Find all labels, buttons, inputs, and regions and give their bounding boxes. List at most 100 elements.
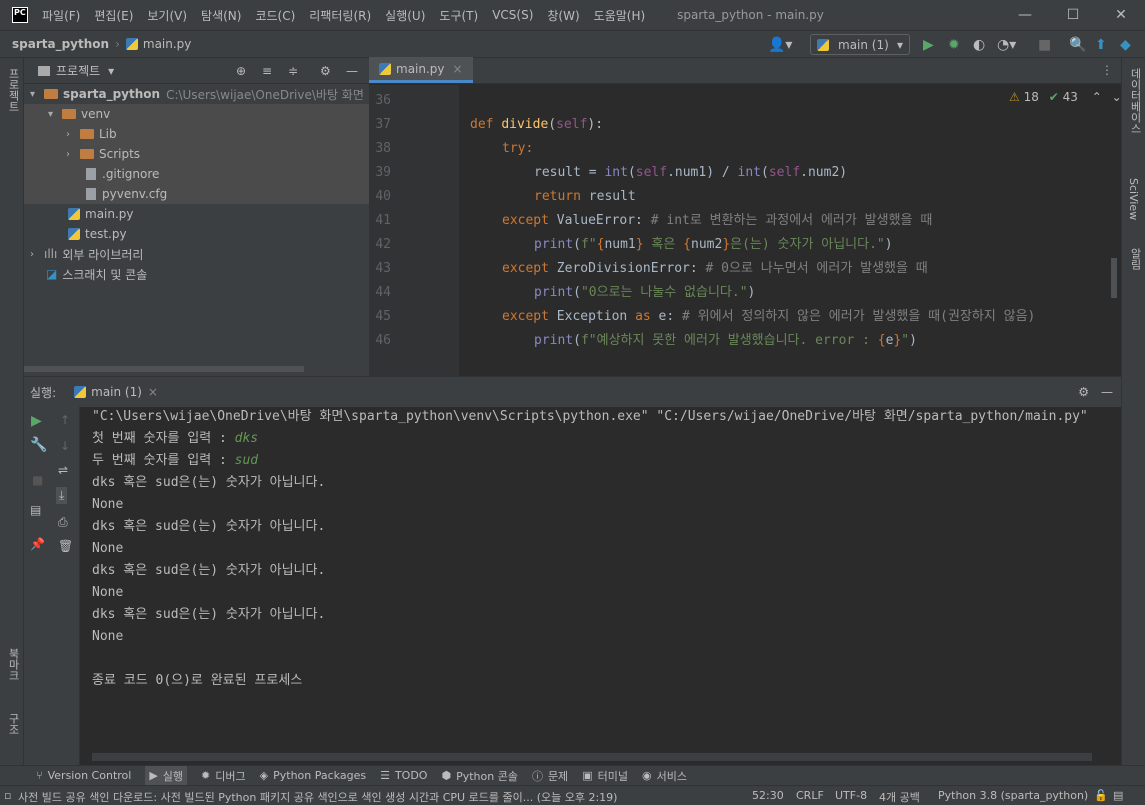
tree-item-scripts[interactable]: › Scripts: [24, 144, 369, 164]
project-tool-tab[interactable]: 프로젝트: [5, 68, 21, 112]
tree-item-main-py[interactable]: main.py: [24, 204, 369, 224]
arrow-up-icon[interactable]: ↑: [60, 413, 70, 427]
more-icon[interactable]: ⋮: [1101, 63, 1113, 77]
menu-navigate[interactable]: 탐색(N): [201, 7, 241, 24]
chevron-down-icon[interactable]: ▾: [108, 64, 114, 78]
soft-wrap-icon[interactable]: ⇌: [58, 463, 68, 477]
code-line[interactable]: 45 except Exception as e: # 위에서 정의하지 않은 에…: [369, 305, 1109, 329]
close-icon[interactable]: ✕: [1097, 0, 1145, 30]
horizontal-scrollbar[interactable]: [92, 753, 1092, 761]
tab-python-packages[interactable]: ◈ Python Packages: [260, 769, 366, 782]
code-line[interactable]: 38 try:: [369, 137, 1109, 161]
tree-item-test-py[interactable]: test.py: [24, 224, 369, 244]
horizontal-scrollbar[interactable]: [24, 366, 304, 372]
notifications-tool-tab[interactable]: 알림: [1127, 248, 1143, 270]
menu-run[interactable]: 실행(U): [385, 7, 425, 24]
code-line[interactable]: 44 print("0으로는 나눌수 없습니다."): [369, 281, 1109, 305]
project-panel-title[interactable]: 프로젝트: [56, 62, 100, 79]
code-line[interactable]: 43 except ZeroDivisionError: # 0으로 나누면서 에…: [369, 257, 1109, 281]
run-config-dropdown[interactable]: main (1) ▾: [810, 34, 910, 55]
expand-all-icon[interactable]: ≡: [262, 64, 272, 78]
tree-item-external-libraries[interactable]: › ıllı 외부 라이브러리: [24, 244, 369, 264]
update-icon[interactable]: ⬆: [1095, 37, 1107, 53]
menu-help[interactable]: 도움말(H): [594, 7, 646, 24]
menu-tools[interactable]: 도구(T): [439, 7, 478, 24]
code-line[interactable]: 40 return result: [369, 185, 1109, 209]
tab-todo[interactable]: ☰ TODO: [380, 769, 427, 782]
vertical-scrollbar[interactable]: [1111, 258, 1117, 298]
tab-debug[interactable]: ✹ 디버그: [201, 768, 246, 784]
sciview-tool-tab[interactable]: SciView: [1127, 178, 1140, 220]
tab-python-console[interactable]: ⬢ Python 콘솔: [441, 768, 517, 784]
run-icon[interactable]: ▶: [923, 37, 934, 53]
file-encoding[interactable]: UTF-8: [835, 789, 867, 802]
tree-item-venv[interactable]: ▾ venv: [24, 104, 369, 124]
hide-icon[interactable]: —: [346, 64, 358, 78]
search-icon[interactable]: 🔍: [1069, 37, 1086, 53]
code-line[interactable]: 39 result = int(self.num1) / int(self.num…: [369, 161, 1109, 185]
structure-tool-tab[interactable]: 구조: [5, 713, 21, 735]
menu-edit[interactable]: 편집(E): [94, 7, 133, 24]
menu-file[interactable]: 파일(F): [42, 7, 80, 24]
menu-view[interactable]: 보기(V): [147, 7, 187, 24]
notifications-icon[interactable]: ▤: [1113, 789, 1123, 802]
profile-icon[interactable]: ◔▾: [997, 37, 1016, 53]
tab-problems[interactable]: ⓘ 문제: [532, 768, 568, 784]
tab-terminal[interactable]: ▣ 터미널: [582, 768, 628, 784]
notification-icon[interactable]: ▫: [4, 789, 11, 802]
wrench-icon[interactable]: 🔧: [30, 437, 47, 453]
gear-icon[interactable]: ⚙: [1078, 385, 1089, 399]
editor-tab-main-py[interactable]: main.py ×: [369, 57, 473, 83]
arrow-down-icon[interactable]: ↓: [60, 439, 70, 453]
tab-run[interactable]: ▶ 실행: [145, 765, 188, 786]
rerun-icon[interactable]: ▶: [31, 413, 42, 429]
menu-vcs[interactable]: VCS(S): [492, 8, 533, 22]
run-tab[interactable]: main (1): [91, 385, 142, 399]
layout-icon[interactable]: ▤: [30, 503, 41, 517]
tree-item-pyvenv[interactable]: pyvenv.cfg: [24, 184, 369, 204]
tab-version-control[interactable]: ⑂ Version Control: [36, 769, 131, 782]
print-icon[interactable]: ⎙: [58, 515, 68, 530]
code-line[interactable]: 46 print(f"예상하지 못한 에러가 발생했습니다. error : {e…: [369, 329, 1109, 353]
minimize-icon[interactable]: —: [1001, 0, 1049, 30]
locate-icon[interactable]: ⊕: [236, 64, 246, 78]
bookmarks-tool-tab[interactable]: 북마크: [5, 648, 21, 681]
scroll-to-end-icon[interactable]: ⤓: [56, 487, 68, 504]
indent-setting[interactable]: 4개 공백: [879, 789, 920, 805]
tree-item-scratches[interactable]: ◪ 스크래치 및 콘솔: [24, 264, 369, 284]
user-icon[interactable]: 👤▾: [768, 37, 792, 53]
trash-icon[interactable]: 🗑: [58, 539, 73, 553]
menu-window[interactable]: 창(W): [547, 7, 579, 24]
chevron-down-icon[interactable]: ⌄: [1112, 90, 1122, 104]
tree-item-project-root[interactable]: ▾ sparta_python C:\Users\wijae\OneDrive\…: [24, 84, 369, 104]
menu-refactor[interactable]: 리팩터링(R): [309, 7, 371, 24]
code-line[interactable]: 41 except ValueError: # int로 변환하는 과정에서 에러…: [369, 209, 1109, 233]
chevron-up-icon[interactable]: ⌃: [1092, 90, 1102, 104]
hide-icon[interactable]: —: [1101, 385, 1113, 399]
status-message[interactable]: 사전 빌드 공유 색인 다운로드: 사전 빌드된 Python 패키지 공유 색…: [18, 789, 740, 805]
pin-icon[interactable]: 📌: [30, 537, 45, 551]
lock-icon[interactable]: 🔓: [1094, 789, 1108, 802]
cursor-position[interactable]: 52:30: [752, 789, 784, 802]
code-line[interactable]: 37 def divide(self):: [369, 113, 1109, 137]
close-icon[interactable]: ×: [148, 385, 158, 399]
tab-services[interactable]: ◉ 서비스: [642, 768, 687, 784]
inspection-widget[interactable]: ⚠ 18 ✔ 43 ⌃ ⌄: [1009, 90, 1122, 104]
code-line[interactable]: 42 print(f"{num1} 혹은 {num2}은(는) 숫자가 아닙니다.…: [369, 233, 1109, 257]
breadcrumb-file[interactable]: main.py: [143, 37, 192, 51]
gear-icon[interactable]: ⚙: [320, 64, 331, 78]
line-separator[interactable]: CRLF: [796, 789, 824, 802]
menu-code[interactable]: 코드(C): [255, 7, 295, 24]
breadcrumb-project[interactable]: sparta_python: [12, 37, 109, 51]
collapse-all-icon[interactable]: ≑: [288, 64, 298, 78]
stop-icon[interactable]: ■: [1038, 37, 1051, 53]
coverage-icon[interactable]: ◐: [973, 37, 985, 53]
stop-icon[interactable]: ■: [32, 473, 43, 487]
maximize-icon[interactable]: ☐: [1049, 0, 1097, 30]
jetbrains-icon[interactable]: ◆: [1120, 37, 1131, 53]
database-tool-tab[interactable]: 데이터베이스: [1127, 68, 1143, 134]
interpreter-selector[interactable]: Python 3.8 (sparta_python): [938, 789, 1088, 802]
tree-item-lib[interactable]: › Lib: [24, 124, 369, 144]
tree-item-gitignore[interactable]: .gitignore: [24, 164, 369, 184]
debug-icon[interactable]: ✹: [948, 37, 960, 53]
